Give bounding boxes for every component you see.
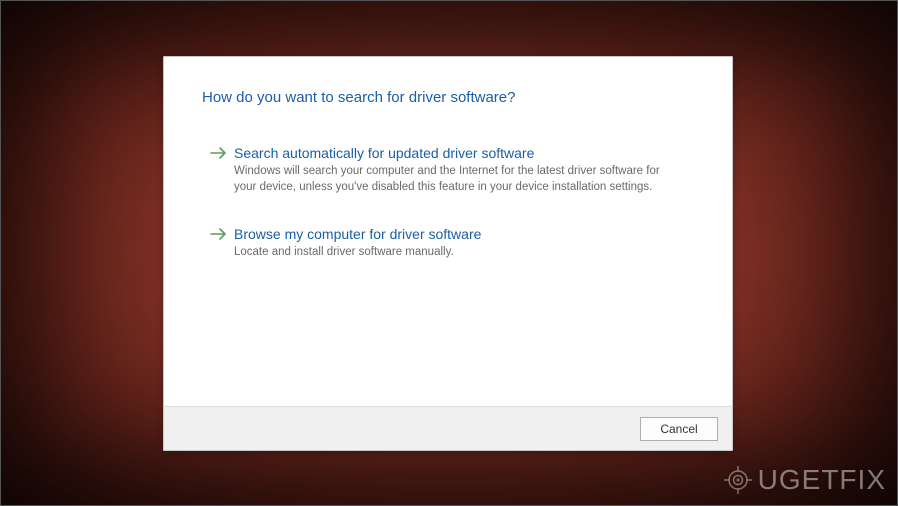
cancel-button[interactable]: Cancel [640,417,718,441]
target-icon [724,466,752,494]
watermark-text: UGETFIX [758,464,886,496]
watermark: UGETFIX [724,464,886,496]
option-browse-computer[interactable]: Browse my computer for driver software L… [202,221,694,265]
dialog-body: How do you want to search for driver sof… [164,57,732,265]
dialog-footer: Cancel [164,406,732,450]
option-description: Windows will search your computer and th… [234,164,674,195]
option-title: Browse my computer for driver software [234,225,694,243]
option-search-automatically[interactable]: Search automatically for updated driver … [202,140,694,199]
option-text: Browse my computer for driver software L… [230,225,694,261]
option-description: Locate and install driver software manua… [234,245,674,261]
arrow-right-icon [210,146,230,160]
driver-update-dialog: How do you want to search for driver sof… [163,56,733,451]
option-text: Search automatically for updated driver … [230,144,694,195]
arrow-right-icon [210,227,230,241]
option-title: Search automatically for updated driver … [234,144,694,162]
dialog-title: How do you want to search for driver sof… [202,89,694,106]
